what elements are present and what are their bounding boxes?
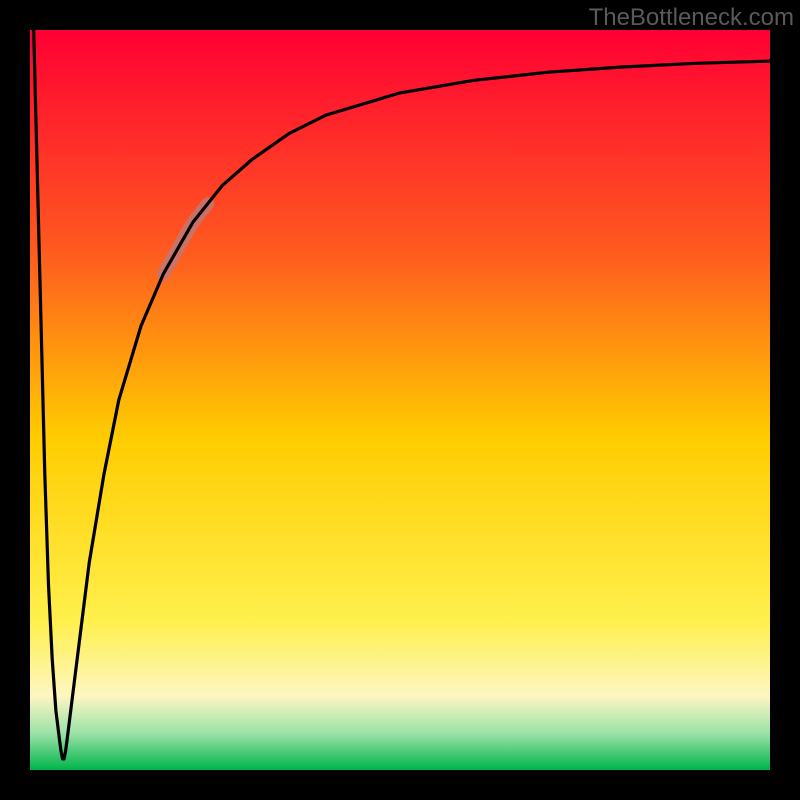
chart-frame: TheBottleneck.com bbox=[0, 0, 800, 800]
chart-svg bbox=[30, 30, 770, 770]
watermark-text: TheBottleneck.com bbox=[589, 4, 794, 32]
plot-area bbox=[30, 30, 770, 770]
gradient-background bbox=[30, 30, 770, 770]
